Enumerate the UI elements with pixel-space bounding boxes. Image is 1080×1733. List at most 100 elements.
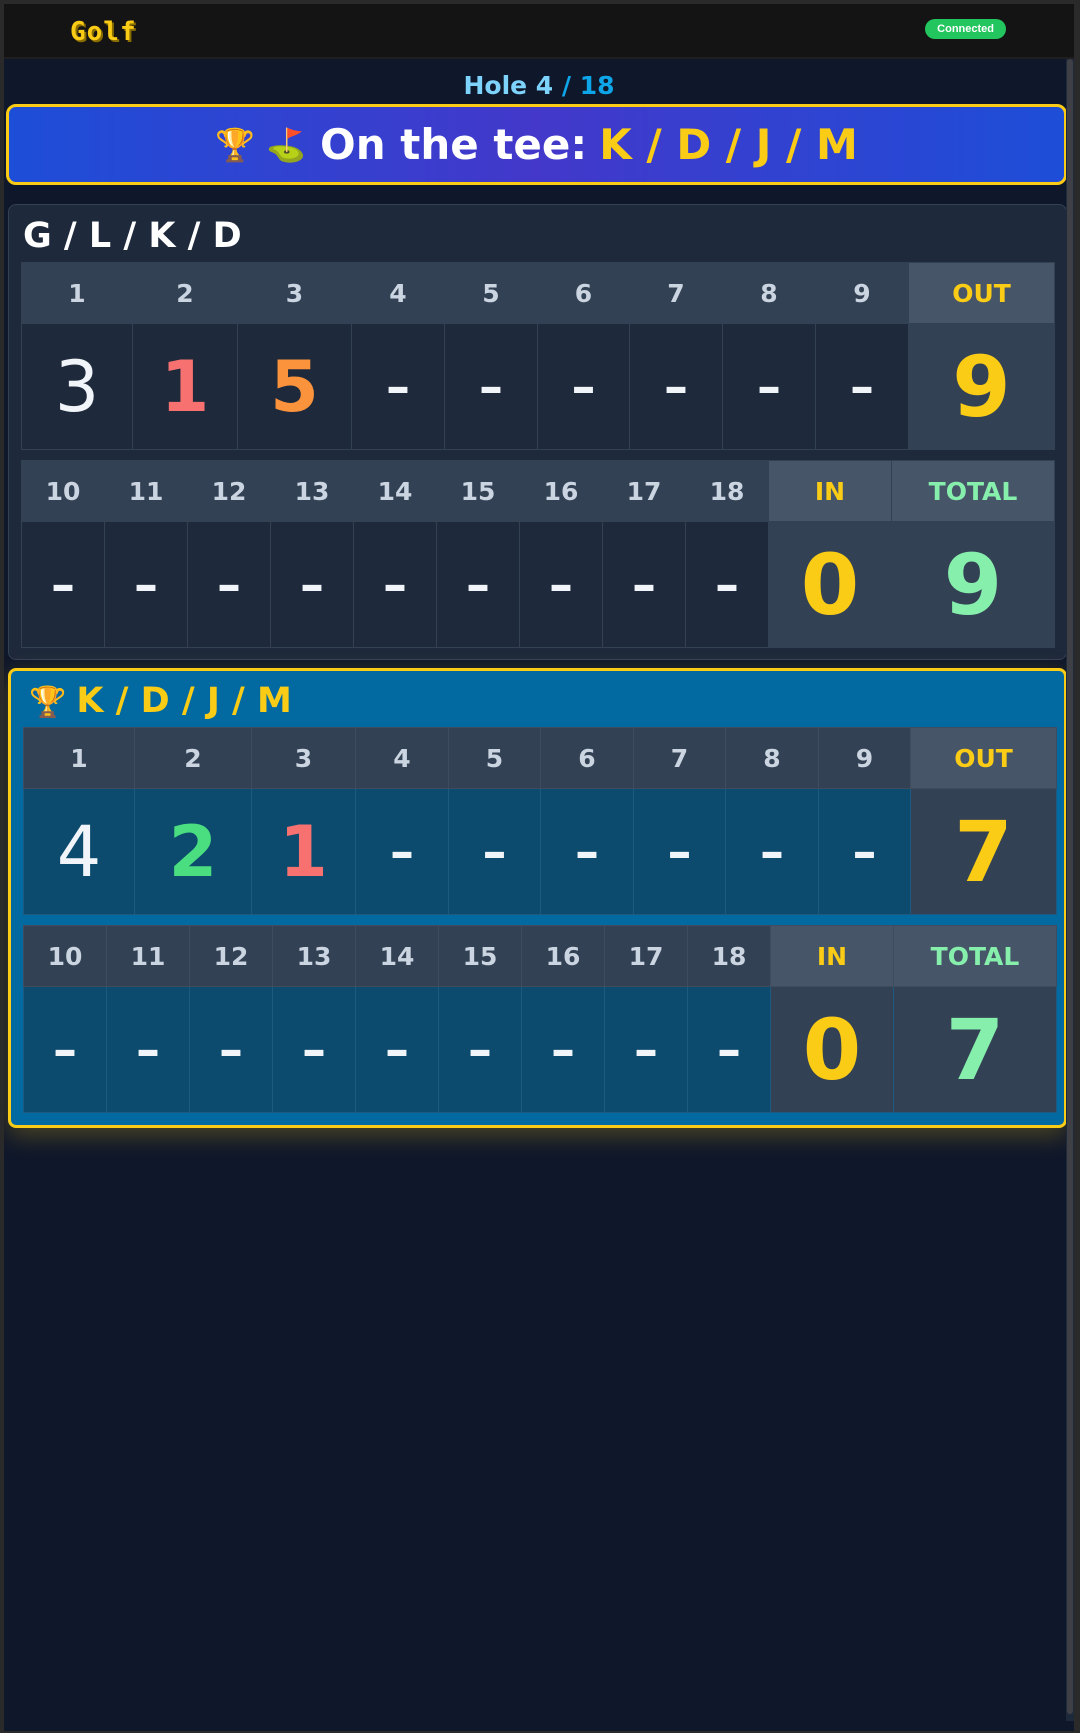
hole-score[interactable]: – — [270, 521, 354, 648]
out-header: OUT — [910, 727, 1057, 789]
hole-score[interactable]: – — [351, 323, 445, 450]
top-bar: Golf Connected — [4, 4, 1074, 59]
hole-header: 18 — [685, 460, 769, 522]
hole-score[interactable]: – — [604, 986, 688, 1113]
hole-score[interactable]: – — [818, 788, 911, 915]
group-name-label: K / D / J / M — [76, 681, 292, 721]
hole-header: 18 — [687, 925, 771, 987]
hole-score[interactable]: – — [725, 788, 819, 915]
hole-header: 6 — [537, 262, 630, 324]
hole-header: 10 — [23, 925, 107, 987]
hole-score[interactable]: 5 — [237, 323, 352, 450]
hole-score[interactable]: 3 — [21, 323, 133, 450]
hole-score[interactable]: – — [815, 323, 909, 450]
hole-header: 16 — [519, 460, 603, 522]
out-header: OUT — [908, 262, 1055, 324]
hole-score[interactable]: – — [722, 323, 816, 450]
total-header: TOTAL — [893, 925, 1057, 987]
hole-header: 15 — [438, 925, 522, 987]
hole-score[interactable]: – — [687, 986, 771, 1113]
hole-indicator: Hole 4 / 18 — [4, 71, 1074, 100]
hole-header: 7 — [629, 262, 723, 324]
hole-score[interactable]: – — [540, 788, 634, 915]
hole-header: 14 — [355, 925, 439, 987]
hole-score[interactable]: – — [436, 521, 520, 648]
hole-score[interactable]: – — [106, 986, 190, 1113]
connection-status-badge: Connected — [925, 19, 1006, 39]
hole-header: 7 — [633, 727, 726, 789]
hole-header: 10 — [21, 460, 105, 522]
tee-label: On the tee: — [320, 120, 588, 169]
hole-score[interactable]: – — [629, 323, 723, 450]
vertical-scrollbar[interactable] — [1066, 59, 1074, 1721]
hole-score[interactable]: 4 — [23, 788, 135, 915]
hole-header: 15 — [436, 460, 520, 522]
hole-header: 8 — [722, 262, 816, 324]
current-hole: Hole 4 — [463, 71, 554, 100]
hole-score[interactable]: – — [104, 521, 188, 648]
hole-header: 4 — [351, 262, 445, 324]
hole-header: 13 — [272, 925, 356, 987]
hole-score[interactable]: – — [189, 986, 273, 1113]
out-total: 9 — [908, 323, 1055, 450]
hole-header: 5 — [448, 727, 541, 789]
hole-score[interactable]: – — [355, 788, 449, 915]
hole-header: 16 — [521, 925, 605, 987]
hole-score[interactable]: – — [521, 986, 605, 1113]
hole-score[interactable]: – — [21, 521, 105, 648]
scorecard-group-2: 🏆 K / D / J / M 1 2 3 4 5 6 7 8 9 OUT 4 2 — [8, 668, 1067, 1128]
scorecard-group-1: G / L / K / D 1 2 3 4 5 6 7 8 9 OUT 3 1 … — [8, 204, 1067, 660]
hole-score[interactable]: – — [187, 521, 271, 648]
hole-header: 12 — [189, 925, 273, 987]
hole-header: 1 — [21, 262, 133, 324]
hole-score[interactable]: – — [602, 521, 686, 648]
hole-score[interactable]: – — [519, 521, 603, 648]
hole-score[interactable]: – — [23, 986, 107, 1113]
hole-header: 12 — [187, 460, 271, 522]
hole-header: 6 — [540, 727, 634, 789]
hole-score[interactable]: 2 — [134, 788, 252, 915]
hole-score[interactable]: – — [438, 986, 522, 1113]
out-total: 7 — [910, 788, 1057, 915]
hole-score[interactable]: – — [444, 323, 538, 450]
hole-header: 4 — [355, 727, 449, 789]
trophy-flag-icon: 🏆 ⛳ — [215, 125, 307, 164]
hole-header: 1 — [23, 727, 135, 789]
hole-header: 9 — [818, 727, 911, 789]
hole-score[interactable]: – — [633, 788, 726, 915]
hole-header: 13 — [270, 460, 354, 522]
hole-count: / 18 — [553, 71, 615, 100]
front-nine-table: 1 2 3 4 5 6 7 8 9 OUT 3 1 5 – – – – – – — [21, 262, 1055, 450]
back-nine-table: 10 11 12 13 14 15 16 17 18 IN TOTAL – – … — [23, 925, 1057, 1113]
app-logo: Golf — [70, 17, 137, 47]
in-total: 0 — [770, 986, 894, 1113]
hole-header: 14 — [353, 460, 437, 522]
hole-header: 3 — [237, 262, 352, 324]
hole-header: 8 — [725, 727, 819, 789]
group-name: G / L / K / D — [23, 216, 242, 256]
hole-header: 11 — [104, 460, 188, 522]
hole-header: 11 — [106, 925, 190, 987]
hole-score[interactable]: 1 — [251, 788, 356, 915]
hole-header: 5 — [444, 262, 538, 324]
trophy-icon: 🏆 — [29, 685, 67, 720]
hole-score[interactable]: – — [272, 986, 356, 1113]
hole-score[interactable]: – — [355, 986, 439, 1113]
group-name: 🏆 K / D / J / M — [23, 671, 1052, 727]
scrollbar-thumb[interactable] — [1067, 59, 1073, 1714]
hole-header: 2 — [134, 727, 252, 789]
hole-header: 2 — [132, 262, 238, 324]
hole-score[interactable]: 1 — [132, 323, 238, 450]
hole-header: 9 — [815, 262, 909, 324]
hole-score[interactable]: – — [537, 323, 630, 450]
hole-score[interactable]: – — [448, 788, 541, 915]
hole-score[interactable]: – — [685, 521, 769, 648]
back-nine-table: 10 11 12 13 14 15 16 17 18 IN TOTAL – – … — [21, 460, 1055, 648]
on-the-tee-banner: 🏆 ⛳ On the tee: K / D / J / M — [6, 104, 1067, 185]
grand-total: 7 — [893, 986, 1057, 1113]
hole-header: 17 — [602, 460, 686, 522]
hole-header: 3 — [251, 727, 356, 789]
hole-score[interactable]: – — [353, 521, 437, 648]
in-header: IN — [770, 925, 894, 987]
grand-total: 9 — [891, 521, 1055, 648]
